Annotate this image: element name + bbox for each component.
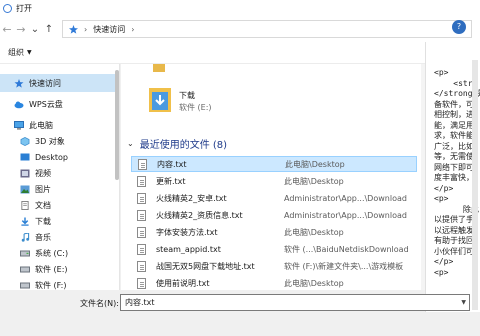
navigation-bar: ← → ⌄ ↑ › 快速访问 › [0, 16, 480, 42]
breadcrumb-quick-access[interactable]: 快速访问 [93, 24, 125, 35]
navigation-pane-scrollbar[interactable] [115, 70, 119, 180]
file-location: 此电脑\Desktop [285, 159, 345, 169]
drive-icon [20, 250, 30, 256]
app-icon [3, 3, 12, 13]
text-file-icon [138, 158, 147, 170]
file-name-input[interactable]: 内容.txt ▼ [120, 294, 470, 311]
nav-item-label: 音乐 [35, 232, 51, 242]
star-icon [14, 78, 24, 88]
text-file-icon [137, 226, 146, 238]
nav-item-label: 文档 [35, 200, 51, 210]
nav-item-drive-f[interactable]: 软件 (F:) [0, 276, 119, 290]
file-location: 软件 (F:)\新建文件夹\...\游戏模板 [284, 261, 404, 271]
file-name: 更新.txt [156, 176, 186, 186]
nav-item-label: 软件 (E:) [35, 264, 68, 274]
file-location: 此电脑\Desktop [284, 278, 344, 288]
document-icon [21, 200, 29, 210]
up-arrow-icon[interactable]: ↑ [42, 24, 56, 35]
organize-dropdown-icon[interactable]: ▼ [27, 49, 32, 56]
file-name-area: 文件名(N): 内容.txt ▼ [0, 290, 470, 336]
file-row[interactable]: 战国无双5网盘下载地址.txt 软件 (F:)\新建文件夹\...\游戏模板 [131, 258, 417, 274]
video-icon [20, 169, 30, 177]
toolbar: 组织 ▼ [0, 42, 425, 64]
back-arrow-icon[interactable]: ← [0, 23, 14, 36]
breadcrumb-separator-icon[interactable]: › [131, 25, 134, 34]
nav-item-label: 3D 对象 [35, 136, 65, 146]
nav-item-label: 快速访问 [29, 78, 61, 88]
file-name-value: 内容.txt [125, 298, 155, 307]
organize-button[interactable]: 组织 [8, 47, 24, 58]
text-file-icon [137, 209, 146, 221]
file-location: 软件 (...\BaiduNetdiskDownload [284, 244, 409, 254]
nav-item-label: 此电脑 [29, 120, 53, 130]
file-location: 此电脑\Desktop [284, 176, 344, 186]
group-title: 最近使用的文件 (8) [139, 140, 228, 151]
preview-scrollbar[interactable] [472, 60, 478, 310]
nav-item-quick-access[interactable]: 快速访问 [0, 74, 119, 92]
file-name: 火线精英2_安卓.txt [156, 193, 227, 203]
file-name: 火线精英2_资质信息.txt [156, 210, 243, 220]
forward-arrow-icon[interactable]: → [14, 23, 28, 36]
file-location: 此电脑\Desktop [284, 227, 344, 237]
folder-location: 软件 (E:) [179, 103, 212, 112]
cube-icon [20, 136, 30, 146]
nav-item-label: WPS云盘 [29, 99, 63, 109]
text-file-icon [137, 243, 146, 255]
title-bar: 打开 [0, 0, 480, 16]
file-row[interactable]: steam_appid.txt 软件 (...\BaiduNetdiskDown… [131, 241, 417, 257]
download-icon [21, 216, 29, 226]
text-file-icon [137, 192, 146, 204]
nav-item-label: 系统 (C:) [35, 248, 69, 258]
nav-item-wps-cloud[interactable]: WPS云盘 [0, 95, 119, 113]
cloud-icon [14, 101, 24, 108]
file-list: 下载 软件 (E:) ⌄ 最近使用的文件 (8) 内容.txt 此电脑\Desk… [121, 64, 425, 290]
file-name: 使用前说明.txt [156, 278, 210, 288]
nav-item-label: 软件 (F:) [35, 280, 67, 290]
file-location: Administrator\App...\Download [284, 193, 407, 203]
file-name: 字体安装方法.txt [156, 227, 218, 237]
folder-icon [153, 64, 165, 72]
horizontal-scrollbar[interactable] [0, 317, 425, 326]
file-row[interactable]: 使用前说明.txt 此电脑\Desktop [131, 275, 417, 290]
drive-icon [20, 266, 30, 272]
nav-item-label: 图片 [35, 184, 51, 194]
text-file-icon [137, 277, 146, 289]
help-icon[interactable]: ? [452, 20, 466, 34]
text-file-icon [137, 260, 146, 272]
star-icon [69, 24, 78, 34]
navigation-pane: 快速访问 WPS云盘 此电脑 3D 对象 Desktop 视频 图片 文档 下载… [0, 64, 120, 290]
file-name: steam_appid.txt [156, 244, 221, 254]
recent-locations-chevron-icon[interactable]: ⌄ [28, 24, 42, 35]
drive-icon [20, 282, 30, 288]
downloads-folder-icon [149, 88, 171, 114]
file-name: 内容.txt [157, 159, 187, 169]
music-icon [21, 232, 30, 242]
window-title: 打开 [16, 3, 32, 13]
file-name-dropdown-icon[interactable]: ▼ [461, 299, 466, 306]
nav-item-label: Desktop [35, 152, 68, 162]
computer-icon [14, 120, 24, 129]
folder-name[interactable]: 下载 [179, 90, 195, 101]
address-bar[interactable]: › 快速访问 › [62, 20, 472, 38]
picture-icon [20, 185, 30, 193]
text-file-icon [137, 175, 146, 187]
file-row[interactable]: 更新.txt 此电脑\Desktop [131, 173, 417, 189]
file-row[interactable]: 字体安装方法.txt 此电脑\Desktop [131, 224, 417, 240]
file-location: Administrator\App...\Download [284, 210, 407, 220]
nav-item-label: 下载 [35, 216, 51, 226]
file-row[interactable]: 内容.txt 此电脑\Desktop [131, 156, 417, 172]
file-name-label: 文件名(N): [80, 299, 119, 308]
file-row[interactable]: 火线精英2_资质信息.txt Administrator\App...\Down… [131, 207, 417, 223]
file-row[interactable]: 火线精英2_安卓.txt Administrator\App...\Downlo… [131, 190, 417, 206]
collapse-chevron-icon[interactable]: ⌄ [127, 139, 134, 148]
breadcrumb-separator-icon: › [84, 24, 88, 34]
recent-files-group-header[interactable]: ⌄ 最近使用的文件 (8) [127, 136, 227, 151]
file-name: 战国无双5网盘下载地址.txt [156, 261, 255, 271]
nav-item-label: 视频 [35, 168, 51, 178]
desktop-icon [20, 153, 30, 160]
